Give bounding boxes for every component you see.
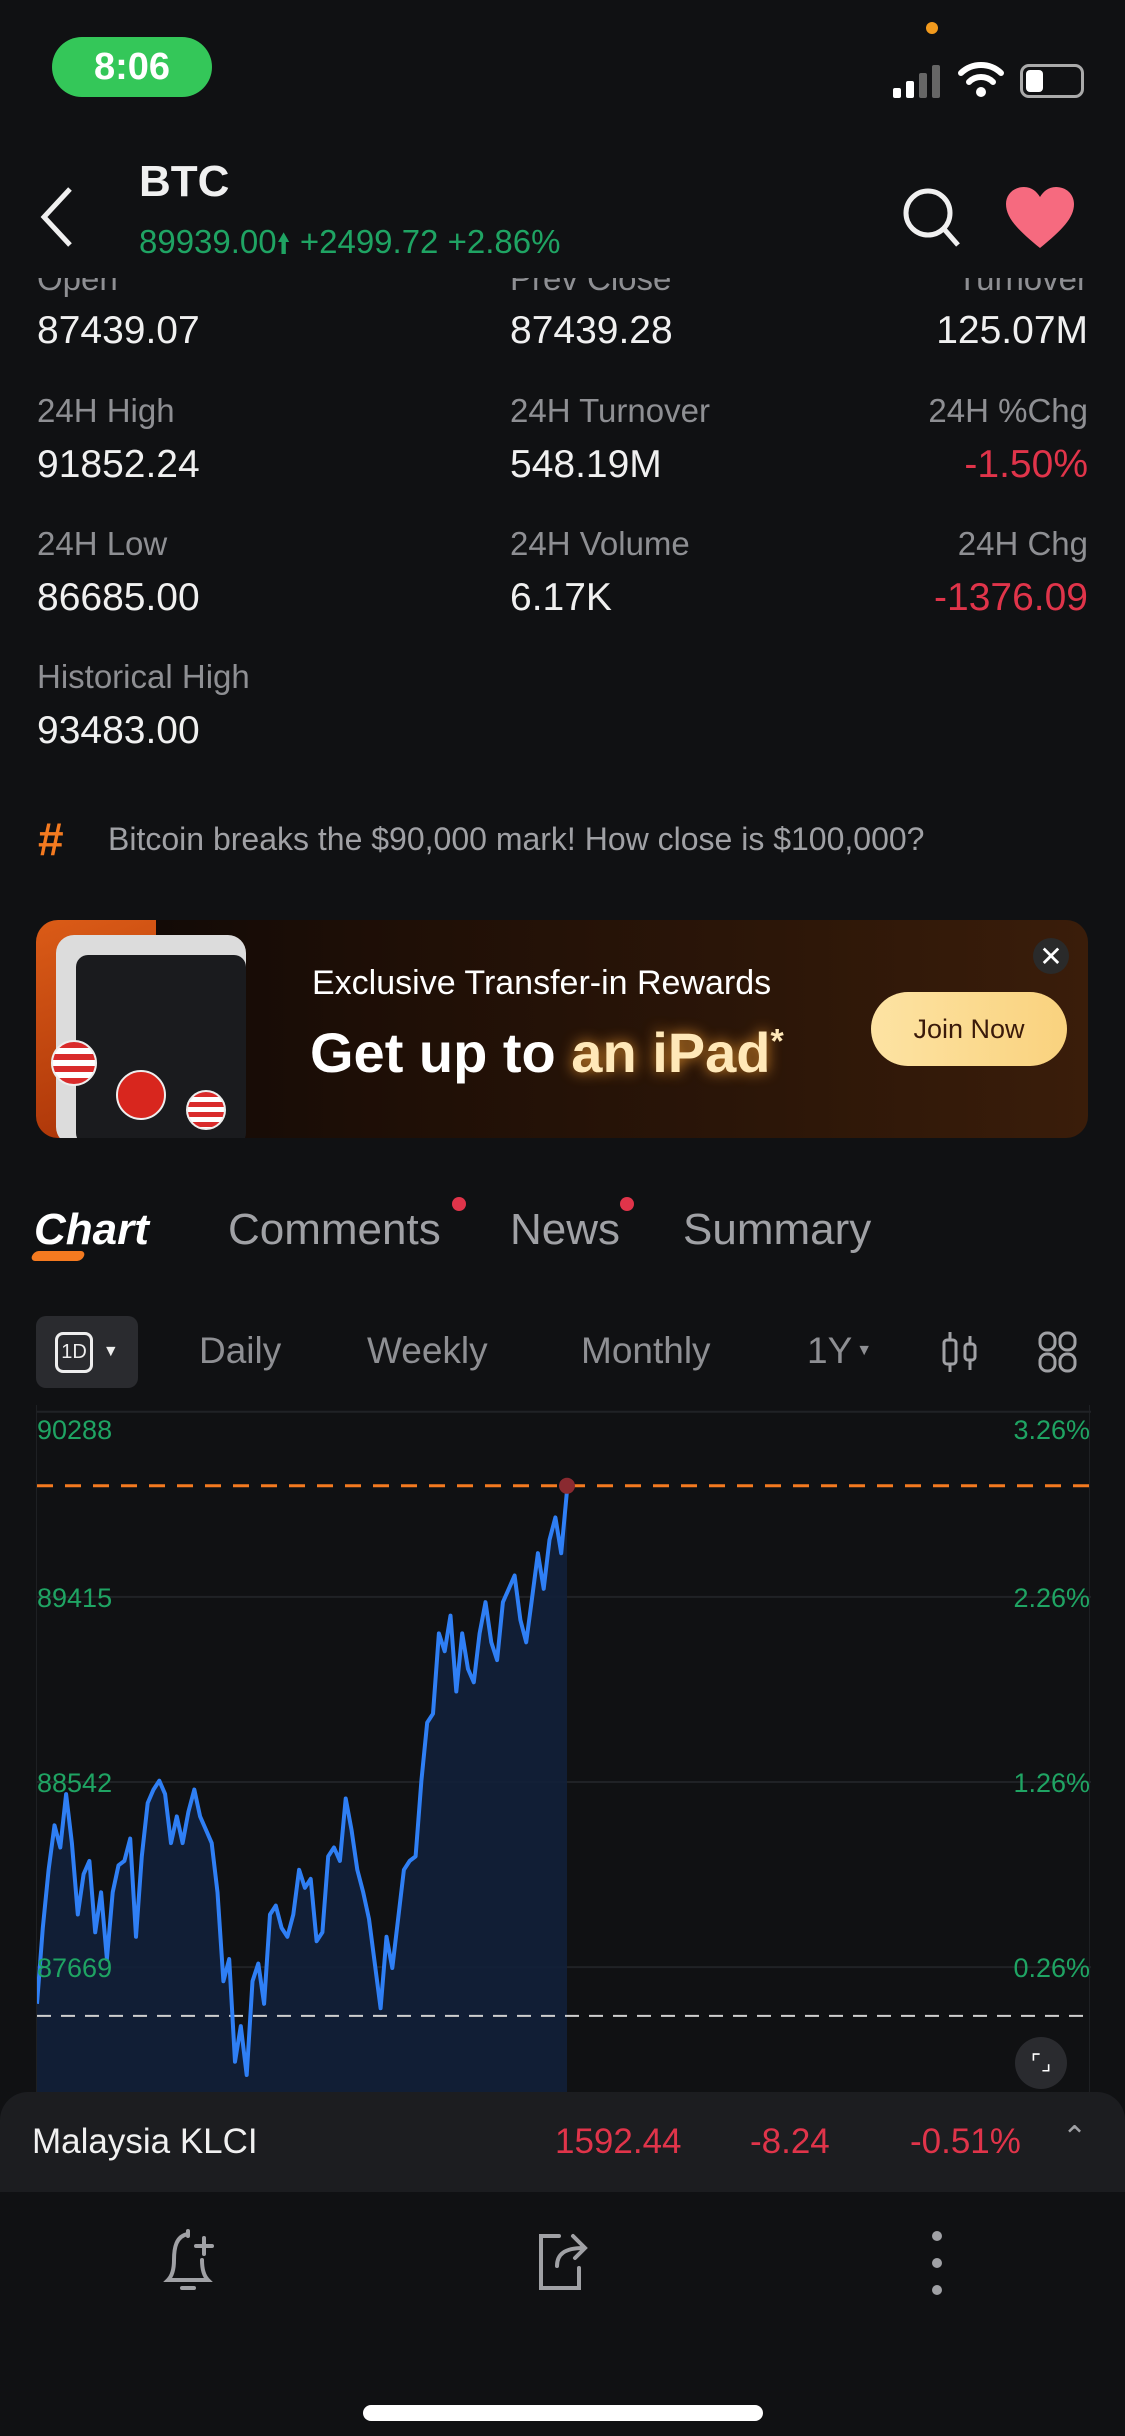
- fullscreen-button[interactable]: ⌜⌟: [1015, 2037, 1067, 2089]
- ticker-name: Malaysia KLCI: [32, 2122, 258, 2161]
- banner-title: Get up to an iPad*: [310, 1020, 784, 1085]
- range-selector[interactable]: 1Y ▼: [807, 1330, 872, 1372]
- stat-value: 548.19M: [510, 443, 662, 486]
- banner-subtitle: Exclusive Transfer-in Rewards: [312, 964, 772, 1002]
- privacy-indicator-dot: [926, 22, 938, 34]
- stat-label: 24H High: [37, 392, 175, 429]
- stat-value: -1376.09: [934, 576, 1088, 619]
- ticker-price: 1592.44: [555, 2122, 682, 2161]
- period-weekly[interactable]: Weekly: [367, 1330, 488, 1372]
- stat-label: 24H Low: [37, 525, 168, 562]
- y-tick-label: 88542: [37, 1768, 113, 1798]
- candlestick-icon[interactable]: [940, 1330, 980, 1374]
- news-notification-dot: [620, 1197, 634, 1211]
- expand-icon: ⌜⌟: [1030, 2050, 1052, 2075]
- y-pct-label: 1.26%: [1013, 1768, 1090, 1798]
- home-indicator: [363, 2405, 763, 2421]
- banner-title-white: Get up to: [310, 1021, 572, 1084]
- ticker-change-pct: -0.51%: [910, 2122, 1021, 2161]
- wifi-icon: [958, 62, 1004, 97]
- stat-label: 24H Chg: [957, 525, 1088, 562]
- stat-value: 125.07M: [936, 309, 1088, 352]
- topic-link[interactable]: # Bitcoin breaks the $90,000 mark! How c…: [38, 812, 924, 866]
- banner-close-icon[interactable]: ✕: [1033, 938, 1069, 974]
- period-daily[interactable]: Daily: [199, 1330, 281, 1372]
- battery-icon: [1020, 64, 1084, 98]
- stat-value: 6.17K: [510, 576, 612, 619]
- price-alert-bell-icon[interactable]: [158, 2228, 218, 2294]
- search-icon[interactable]: [900, 185, 964, 249]
- flag-malaysia-icon: [51, 1040, 97, 1086]
- price-chart[interactable]: [36, 1405, 1091, 2092]
- y-tick-label: 87669: [37, 1953, 113, 1983]
- stat-value: 86685.00: [37, 576, 200, 619]
- current-price-dot: [559, 1477, 575, 1494]
- tab-chart-underline: [30, 1251, 86, 1261]
- stat-value: 87439.28: [510, 309, 673, 352]
- more-options-icon[interactable]: [925, 2228, 949, 2298]
- banner-image: [36, 920, 286, 1138]
- last-price: 89939.00: [139, 223, 277, 260]
- stat-value: 91852.24: [37, 443, 200, 486]
- dropdown-caret-icon: ▼: [856, 1342, 873, 1359]
- stat-value: 87439.07: [37, 309, 200, 352]
- topic-text: Bitcoin breaks the $90,000 mark! How clo…: [108, 820, 925, 857]
- tab-comments[interactable]: Comments: [228, 1205, 441, 1255]
- y-pct-label: 2.26%: [1013, 1583, 1090, 1613]
- symbol-title: BTC: [139, 157, 230, 206]
- interval-value: 1D: [55, 1331, 93, 1373]
- comments-notification-dot: [452, 1197, 466, 1211]
- stat-label: 24H %Chg: [928, 392, 1088, 429]
- tab-chart[interactable]: Chart: [34, 1205, 149, 1255]
- back-chevron-icon[interactable]: [36, 185, 76, 249]
- interval-selector[interactable]: 1D ▼: [36, 1316, 138, 1388]
- hashtag-icon: #: [38, 813, 64, 865]
- tab-summary[interactable]: Summary: [683, 1205, 871, 1255]
- banner-asterisk: *: [770, 1022, 784, 1061]
- flag-usa-icon: [186, 1090, 226, 1130]
- price-change-pct: +2.86%: [447, 223, 561, 260]
- price-area-fill: [37, 1490, 567, 2092]
- expand-chevron-up-icon[interactable]: ⌃: [1062, 2120, 1087, 2155]
- y-pct-label: 0.26%: [1013, 1953, 1090, 1983]
- range-value: 1Y: [807, 1330, 853, 1371]
- y-pct-label: 3.26%: [1013, 1415, 1090, 1445]
- dropdown-caret-icon: ▼: [102, 1343, 119, 1360]
- promo-banner[interactable]: Exclusive Transfer-in Rewards Get up to …: [36, 920, 1088, 1138]
- index-ticker-bar[interactable]: Malaysia KLCI 1592.44 -8.24 -0.51% ⌃: [0, 2092, 1125, 2192]
- stat-value: 93483.00: [37, 709, 200, 752]
- flag-hongkong-icon: [116, 1070, 166, 1120]
- period-monthly[interactable]: Monthly: [581, 1330, 711, 1372]
- y-tick-label: 89415: [37, 1583, 113, 1613]
- ticker-change: -8.24: [750, 2122, 830, 2161]
- chart-plot: [37, 1410, 1091, 2092]
- share-icon[interactable]: [533, 2230, 593, 2294]
- price-line: 89939.00🠙 +2499.72 +2.86%: [139, 223, 560, 271]
- join-now-button[interactable]: Join Now: [871, 992, 1067, 1066]
- banner-title-gold: an iPad: [571, 1021, 771, 1084]
- stat-value: -1.50%: [964, 443, 1088, 486]
- tab-news[interactable]: News: [510, 1205, 620, 1255]
- indicators-grid-icon[interactable]: [1037, 1330, 1079, 1374]
- stat-label: Historical High: [37, 658, 250, 695]
- stat-label: 24H Turnover: [510, 392, 710, 429]
- stat-label: 24H Volume: [510, 525, 690, 562]
- favorite-heart-icon[interactable]: [1004, 186, 1076, 250]
- y-tick-label: 90288: [37, 1415, 113, 1445]
- signal-icon: [893, 65, 940, 98]
- status-time: 8:06: [52, 37, 212, 97]
- up-arrow-icon: 🠙: [276, 228, 291, 259]
- price-change: +2499.72: [299, 223, 439, 260]
